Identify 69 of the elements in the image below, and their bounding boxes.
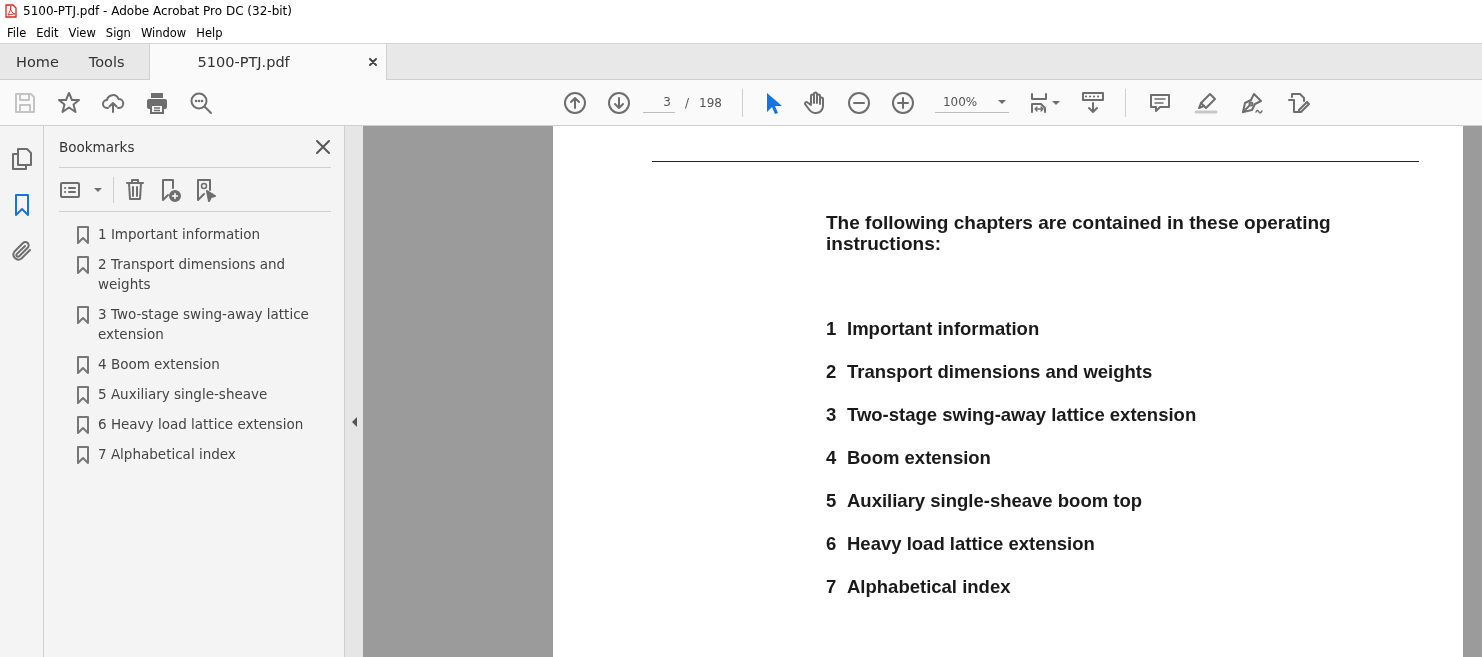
chapter-title: Boom extension xyxy=(847,447,991,470)
fit-page-icon[interactable] xyxy=(1028,90,1049,115)
bookmark-item[interactable]: 4 Boom extension xyxy=(98,354,331,374)
zoom-out-icon[interactable] xyxy=(846,90,871,115)
chapter-number: 6 xyxy=(826,533,838,556)
chapter-title: Transport dimensions and weights xyxy=(847,361,1153,384)
menu-item[interactable]: File xyxy=(2,25,32,40)
bookmark-item[interactable]: 3 Two-stage swing-away lattice extension xyxy=(98,304,331,344)
bookmark-item[interactable]: 6 Heavy load lattice extension xyxy=(98,414,331,434)
window-title: 5100-PTJ.pdf - Adobe Acrobat Pro DC (32-bit) xyxy=(23,4,292,18)
caret-icon[interactable] xyxy=(1050,99,1061,106)
caret-icon[interactable] xyxy=(93,186,103,193)
pages-icon[interactable] xyxy=(9,147,34,171)
bookmark-item[interactable]: 2 Transport dimensions and weights xyxy=(98,254,331,294)
bookmark-item[interactable]: 1 Important information xyxy=(98,224,331,244)
menu-item[interactable]: Edit xyxy=(31,25,64,40)
bookmark-icon[interactable] xyxy=(76,446,90,464)
scrollbar-track[interactable] xyxy=(1465,126,1482,657)
hand-icon[interactable] xyxy=(802,90,827,115)
highlighter-icon[interactable] xyxy=(1193,90,1218,115)
page-number-field[interactable]: 3 xyxy=(643,92,675,113)
document-heading: The following chapters are contained in these operating instructions: xyxy=(826,212,1332,254)
chapter-number: 3 xyxy=(826,404,838,427)
bookmark-search-icon[interactable] xyxy=(194,177,218,202)
menu-item[interactable]: View xyxy=(63,25,101,40)
delete-icon[interactable] xyxy=(124,177,146,202)
close-icon[interactable] xyxy=(367,57,378,67)
search-icon[interactable] xyxy=(189,90,213,115)
pen-nib-icon[interactable] xyxy=(1239,90,1264,115)
tab[interactable]: Tools xyxy=(72,44,135,79)
chapter-title: Alphabetical index xyxy=(847,576,1011,599)
chapter-title: Heavy load lattice extension xyxy=(847,533,1095,556)
menu-item[interactable]: Window xyxy=(135,25,192,40)
chapter-title: Two-stage swing-away lattice extension xyxy=(847,404,1197,427)
chapter-title: Auxiliary single-sheave boom top xyxy=(847,490,1143,513)
menu-item[interactable]: Help xyxy=(191,25,228,40)
chapter-number: 7 xyxy=(826,576,838,599)
bookmark-icon[interactable] xyxy=(76,386,90,404)
scroll-mode-icon[interactable] xyxy=(1080,90,1105,115)
close-icon[interactable] xyxy=(315,138,331,155)
print-icon[interactable] xyxy=(145,90,169,115)
bookmark-icon[interactable] xyxy=(76,306,90,324)
chapter-number: 5 xyxy=(826,490,838,513)
caret-icon[interactable] xyxy=(996,99,1007,105)
panel-title: Bookmarks xyxy=(59,138,135,155)
chapter-number: 1 xyxy=(826,318,838,341)
page-count: 198 xyxy=(699,95,722,110)
edit-document-icon[interactable] xyxy=(1285,90,1312,115)
page-up-icon[interactable] xyxy=(563,90,587,115)
zoom-field[interactable]: 100% xyxy=(934,92,1009,113)
page-separator: / xyxy=(685,95,690,110)
star-icon[interactable] xyxy=(57,90,81,115)
chapter-number: 2 xyxy=(826,361,838,384)
bookmark-icon[interactable] xyxy=(76,356,90,374)
paperclip-icon[interactable] xyxy=(9,239,34,263)
zoom-in-icon[interactable] xyxy=(890,90,915,115)
bookmark-icon[interactable] xyxy=(76,226,90,244)
collapse-arrow-icon[interactable] xyxy=(350,416,358,427)
bookmark-icon[interactable] xyxy=(76,256,90,274)
bookmark-item[interactable]: 7 Alphabetical index xyxy=(98,444,331,464)
bookmark-icon[interactable] xyxy=(76,416,90,434)
chapter-number: 4 xyxy=(826,447,838,470)
tab[interactable]: Home xyxy=(0,44,69,79)
bookmark-item[interactable]: 5 Auxiliary single-sheave xyxy=(98,384,331,404)
menu-item[interactable]: Sign xyxy=(100,25,136,40)
chapter-title: Important information xyxy=(847,318,1040,341)
pdf-file-icon xyxy=(5,4,17,18)
page-down-icon[interactable] xyxy=(607,90,631,115)
tab[interactable]: 5100-PTJ.pdf xyxy=(148,44,387,80)
